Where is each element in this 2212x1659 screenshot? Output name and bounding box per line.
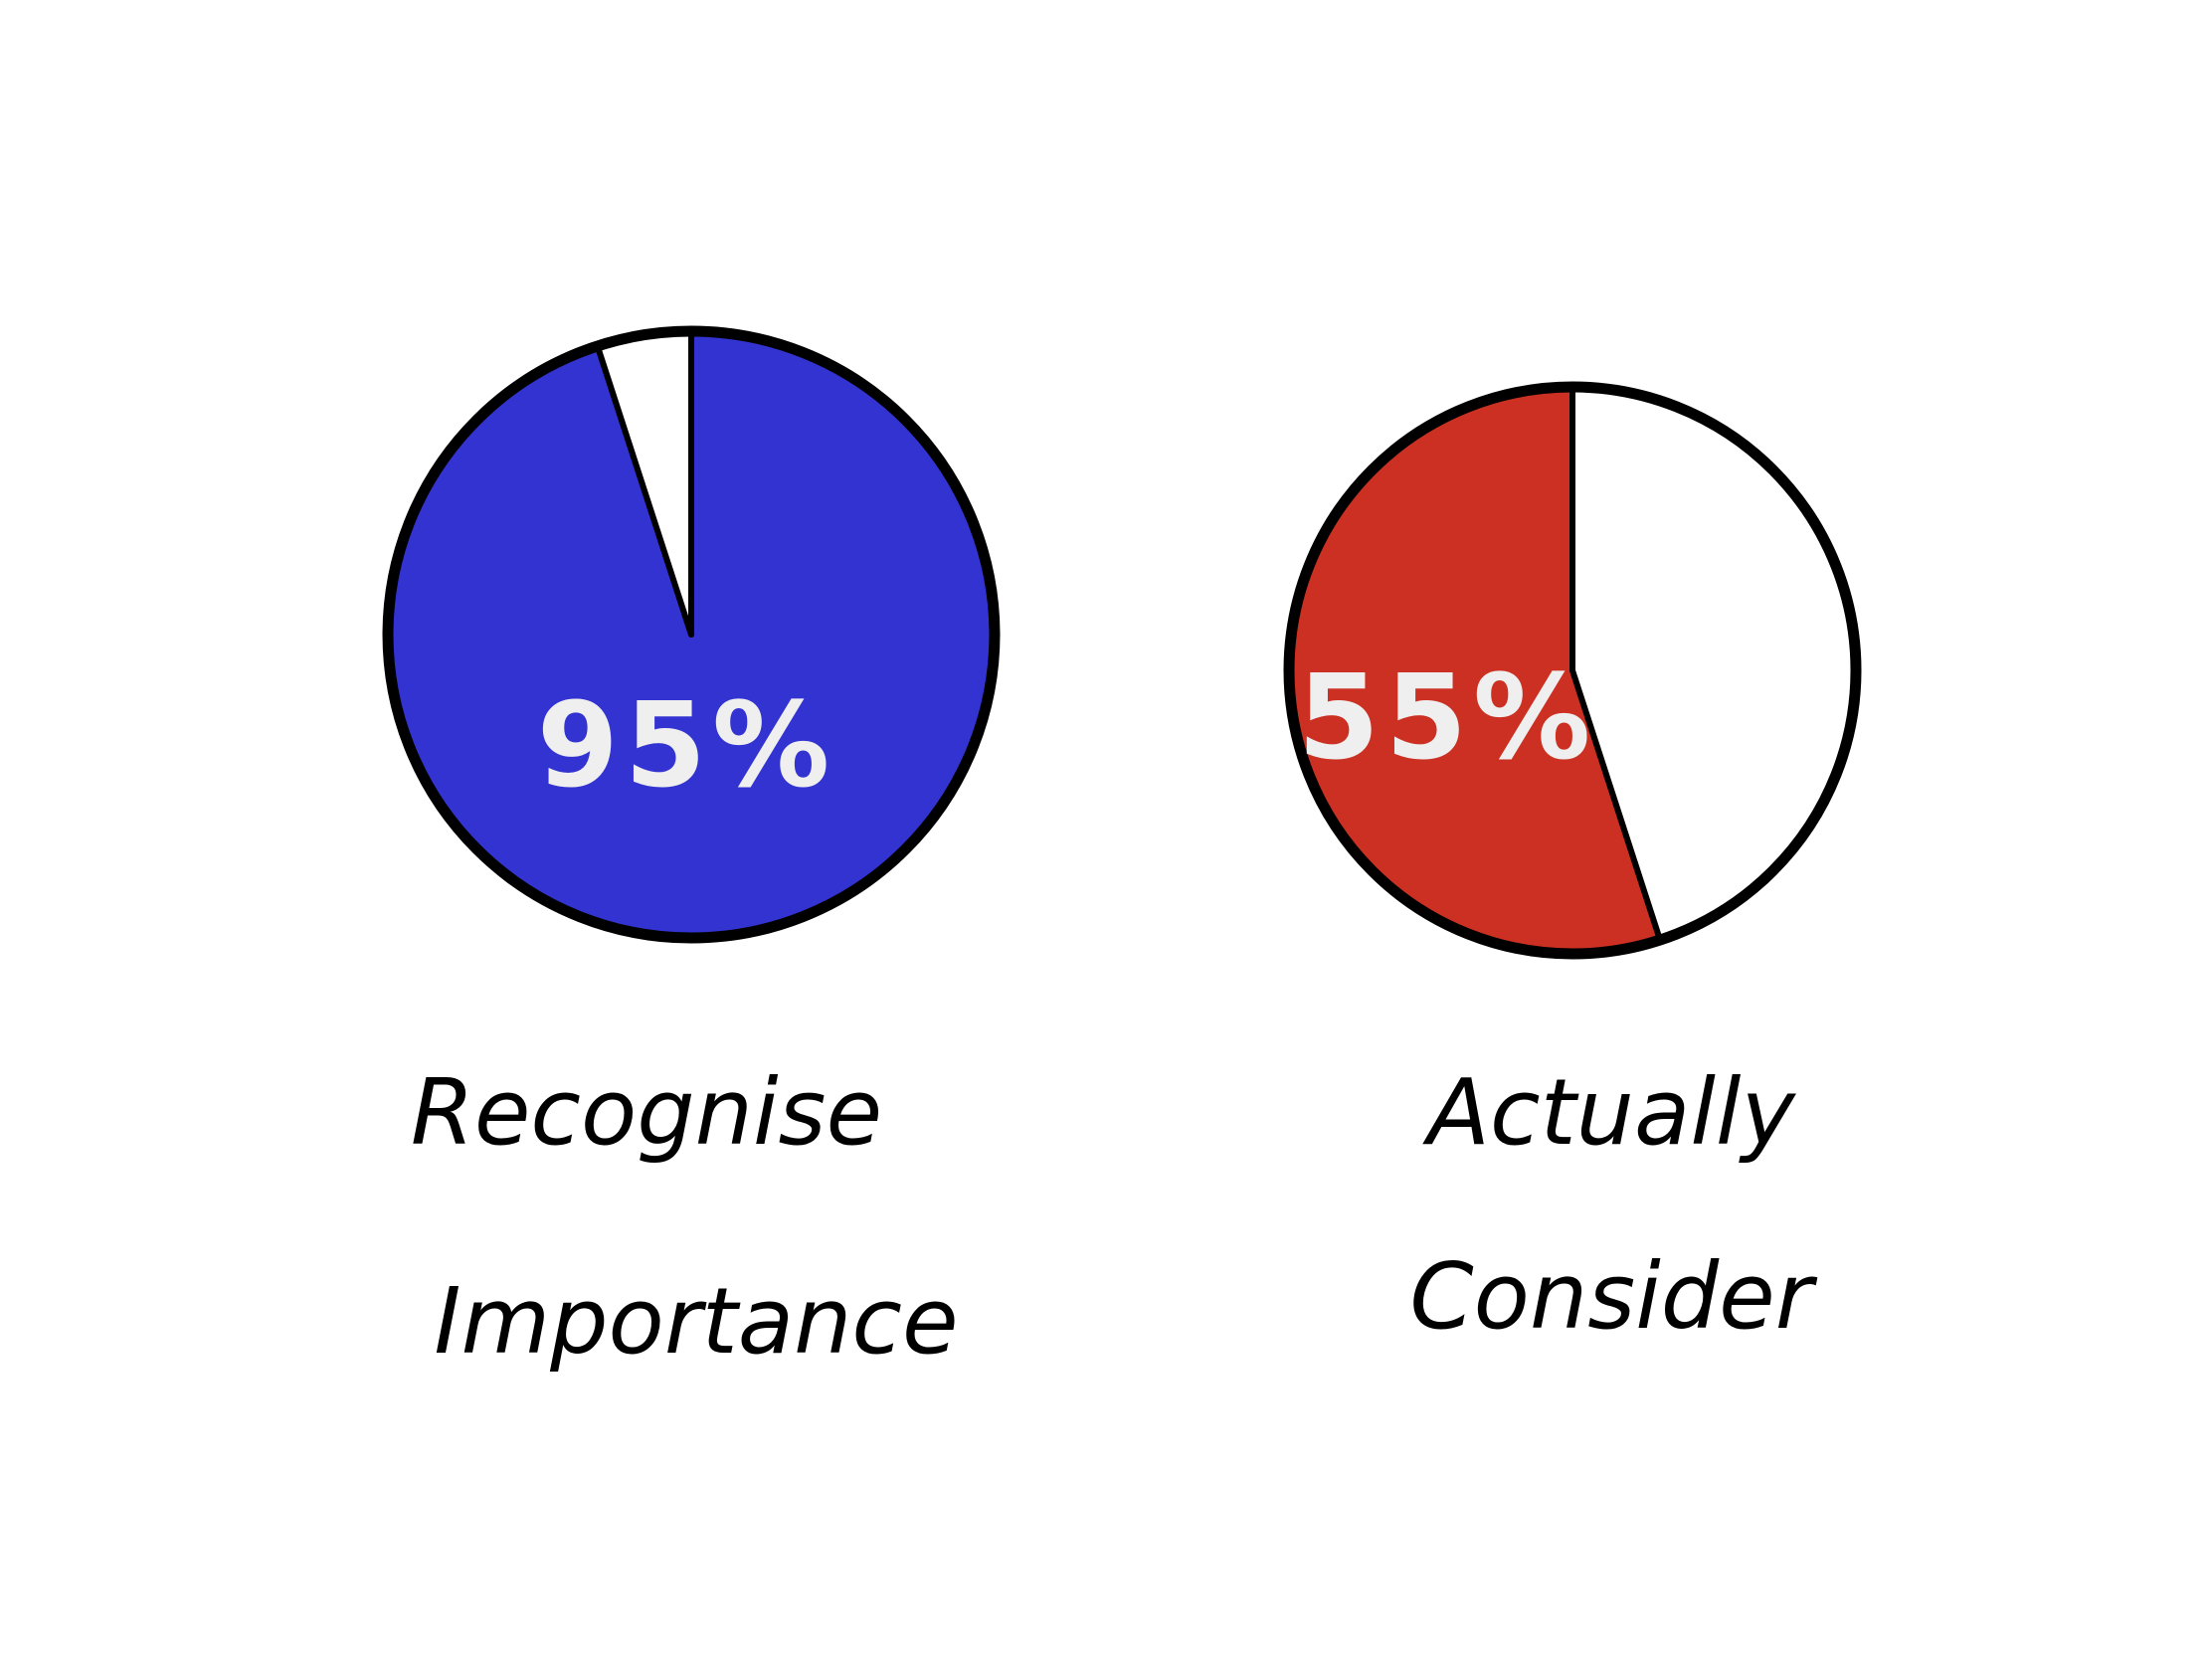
pie-caption: Consider: [1409, 1243, 1817, 1350]
pie-caption: Actually: [1422, 1059, 1796, 1166]
pie-percent-label: 55%: [1298, 648, 1596, 786]
pie-percent-label: 95%: [537, 676, 835, 814]
pie-caption: Importance: [434, 1268, 958, 1375]
pie-recognise-importance: [382, 325, 1001, 944]
pie-caption: Recognise: [411, 1059, 882, 1166]
pie-charts: 95% 55% Recognise Importance Actually Co…: [382, 325, 1862, 1375]
